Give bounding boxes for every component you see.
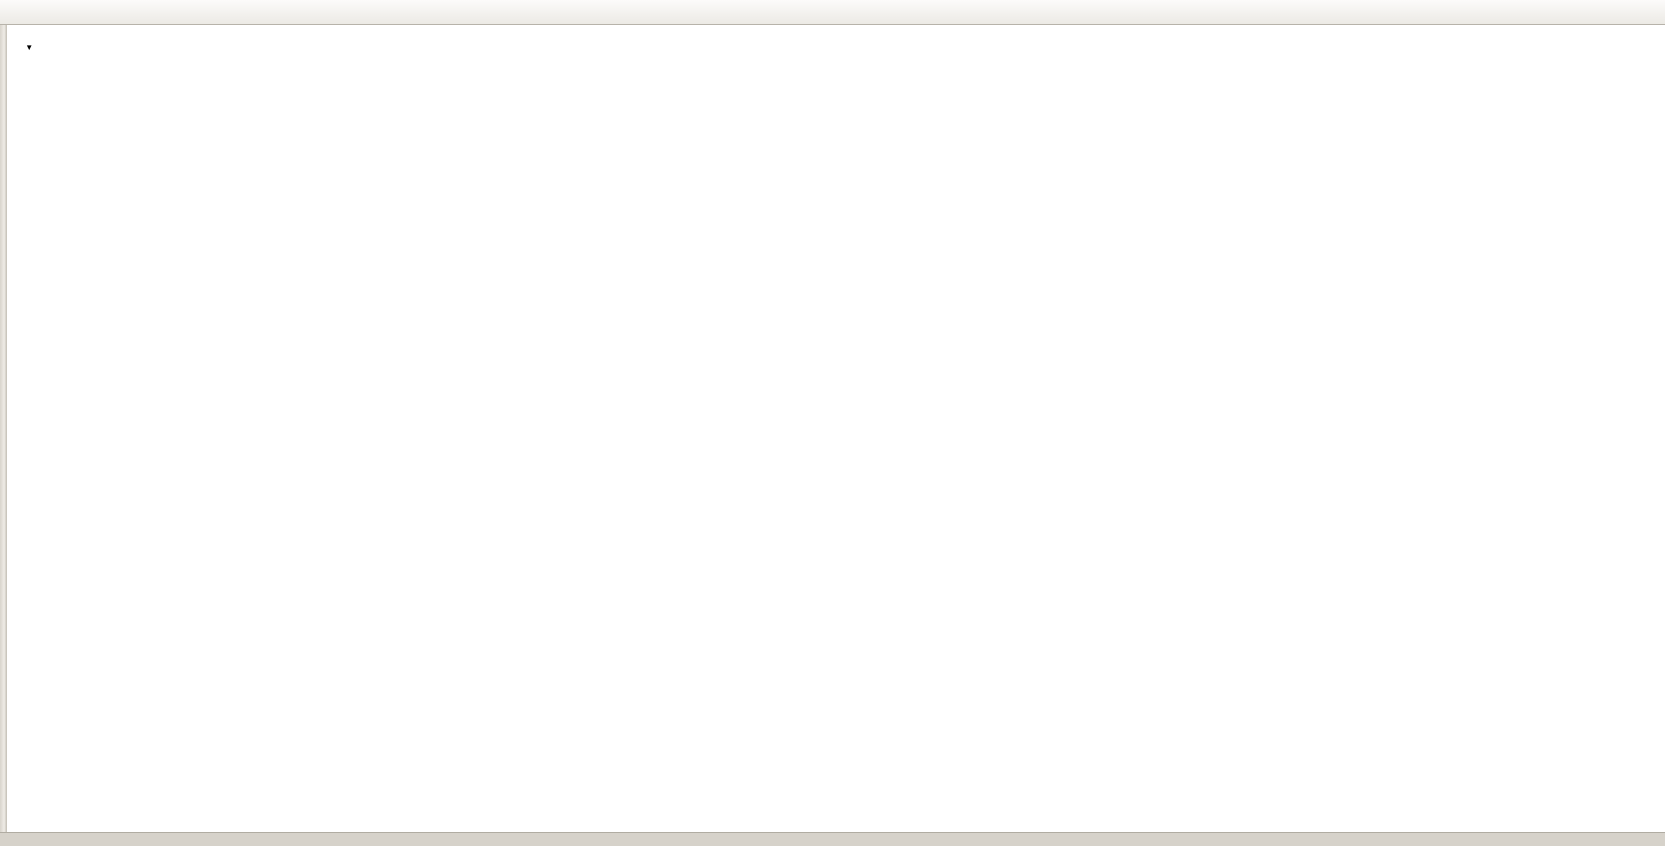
main-toolbar <box>0 0 1665 25</box>
chart-canvas[interactable] <box>0 25 1665 845</box>
collapse-arrow-icon[interactable]: ▼ <box>25 43 33 52</box>
window-bottom-border <box>0 832 1665 846</box>
chart-window[interactable]: ▼ <box>0 25 1665 845</box>
window-left-border <box>0 25 7 845</box>
symbol-ohlc-overlay: ▼ <box>13 29 33 89</box>
